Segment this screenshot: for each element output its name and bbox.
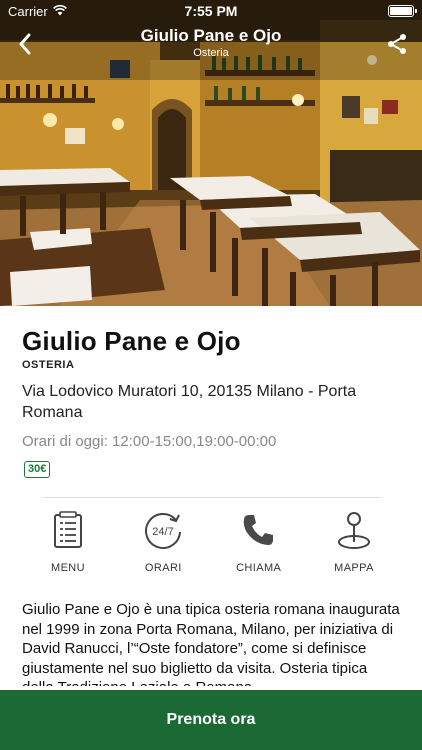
call-button[interactable]: CHIAMA <box>227 510 291 574</box>
menu-button[interactable]: MENU <box>36 510 100 574</box>
chevron-left-icon <box>19 33 31 55</box>
phone-icon <box>239 510 279 550</box>
nav-title: Giulio Pane e Ojo <box>140 26 282 45</box>
svg-text:24/7: 24/7 <box>153 526 174 538</box>
share-icon <box>388 34 406 54</box>
restaurant-description: Giulio Pane e Ojo è una tipica osteria r… <box>22 601 400 686</box>
clock-24-7-icon: 24/7 <box>143 510 183 550</box>
restaurant-name: Giulio Pane e Ojo <box>22 326 241 356</box>
menu-label: MENU <box>51 562 85 574</box>
navigation-bar: Giulio Pane e Ojo Osteria <box>0 22 422 66</box>
price-badge: 30€ <box>24 461 51 478</box>
hours-label: ORARI <box>144 562 182 574</box>
share-button[interactable] <box>382 29 412 59</box>
carrier-label: Carrier <box>8 3 48 19</box>
status-left: Carrier <box>8 4 67 19</box>
map-label: MAPPA <box>334 562 374 574</box>
divider <box>42 497 382 498</box>
menu-list-icon <box>48 510 88 550</box>
nav-subtitle: Osteria <box>193 47 229 59</box>
status-bar: Carrier 7:55 PM <box>0 0 422 22</box>
call-label: CHIAMA <box>236 562 282 574</box>
nav-title-group: Giulio Pane e Ojo Osteria <box>60 26 362 60</box>
restaurant-category: OSTERIA <box>22 359 75 371</box>
book-now-button[interactable]: Prenota ora <box>0 690 422 750</box>
map-button[interactable]: MAPPA <box>322 510 386 574</box>
hours-button[interactable]: 24/7 ORARI <box>131 510 195 574</box>
opening-hours: Orari di oggi: 12:00-15:00,19:00-00:00 <box>22 433 277 450</box>
battery-icon <box>388 5 417 17</box>
action-row: MENU 24/7 ORARI CHIAMA MAPPA <box>36 510 386 574</box>
wifi-icon <box>52 4 67 19</box>
map-pin-icon <box>334 510 374 550</box>
restaurant-address: Via Lodovico Muratori 10, 20135 Milano -… <box>22 383 357 421</box>
back-button[interactable] <box>10 29 40 59</box>
